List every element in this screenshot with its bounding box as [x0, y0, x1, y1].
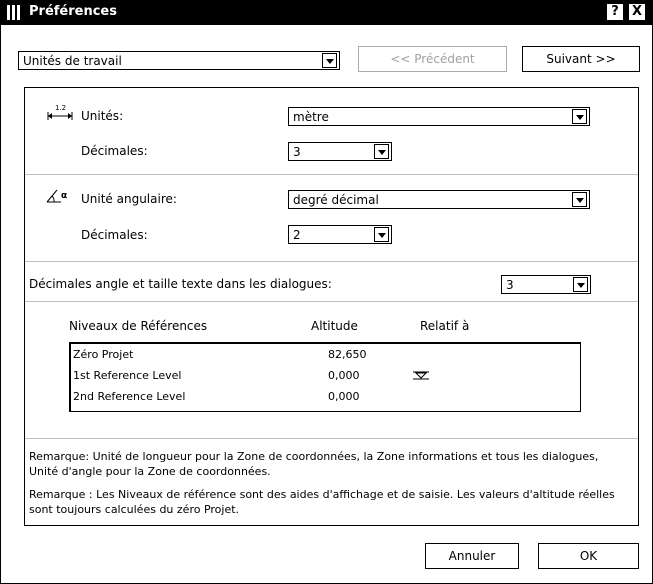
- level-row-altitude[interactable]: 0,000: [328, 390, 360, 403]
- note-text: Remarque : Les Niveaux de référence sont…: [29, 488, 615, 516]
- angle-units-select[interactable]: degré décimal: [288, 190, 590, 209]
- next-button[interactable]: Suivant >>: [522, 46, 640, 72]
- units-decimals-label: Décimales:: [81, 144, 148, 158]
- levels-header-relative: Relatif à: [420, 319, 470, 333]
- previous-button[interactable]: << Précédent: [358, 46, 507, 72]
- app-icon: [7, 5, 23, 20]
- title-bar: Préférences ? X: [1, 1, 652, 25]
- angle-decimals-label: Décimales:: [81, 228, 148, 242]
- angle-units-label: Unité angulaire:: [81, 192, 177, 206]
- note-text: Remarque: Unité de longueur pour la Zone…: [29, 450, 599, 478]
- angle-units-icon: α: [46, 189, 67, 203]
- units-value: mètre: [293, 110, 329, 124]
- dialog-decimals-label: Décimales angle et taille texte dans les…: [29, 277, 332, 291]
- category-value: Unités de travail: [23, 54, 122, 68]
- chevron-down-icon[interactable]: [572, 192, 587, 207]
- levels-list[interactable]: Zéro Projet 82,650 1st Reference Level 0…: [69, 342, 581, 412]
- length-units-icon: 1.2: [47, 104, 73, 120]
- level-row-name[interactable]: Zéro Projet: [73, 348, 133, 361]
- chevron-down-icon[interactable]: [374, 227, 389, 242]
- cancel-button[interactable]: Annuler: [425, 543, 519, 569]
- level-row-altitude[interactable]: 82,650: [328, 348, 367, 361]
- dialog-decimals-select[interactable]: 3: [501, 275, 591, 294]
- dialog-decimals-value: 3: [506, 278, 514, 292]
- chevron-down-icon[interactable]: [374, 144, 389, 159]
- angle-decimals-select[interactable]: 2: [288, 225, 392, 244]
- close-button[interactable]: X: [629, 4, 645, 20]
- divider: [25, 301, 638, 302]
- level-row-name[interactable]: 1st Reference Level: [73, 369, 181, 382]
- level-row-name[interactable]: 2nd Reference Level: [73, 390, 185, 403]
- chevron-down-icon[interactable]: [322, 53, 337, 68]
- units-panel: 1.2 Unités: mètre Décimales: 3 α Unité a…: [24, 87, 639, 526]
- units-select[interactable]: mètre: [288, 107, 590, 126]
- svg-text:α: α: [61, 191, 67, 201]
- ok-button[interactable]: OK: [538, 543, 639, 569]
- help-button[interactable]: ?: [607, 4, 623, 20]
- units-label: Unités:: [81, 109, 124, 123]
- angle-decimals-value: 2: [293, 228, 301, 242]
- units-decimals-value: 3: [293, 145, 301, 159]
- preferences-window: Préférences ? X Unités de travail << Pré…: [0, 0, 653, 584]
- units-decimals-select[interactable]: 3: [288, 142, 392, 161]
- divider: [25, 438, 638, 439]
- level-row-altitude[interactable]: 0,000: [328, 369, 360, 382]
- svg-text:1.2: 1.2: [55, 104, 66, 112]
- divider: [25, 174, 638, 175]
- angle-units-value: degré décimal: [293, 193, 379, 207]
- dialog-body: Unités de travail << Précédent Suivant >…: [1, 25, 652, 583]
- chevron-down-icon[interactable]: [573, 277, 588, 292]
- category-select[interactable]: Unités de travail: [18, 51, 340, 70]
- chevron-down-icon[interactable]: [572, 109, 587, 124]
- reference-level-icon: [413, 371, 429, 380]
- levels-header-altitude: Altitude: [311, 319, 358, 333]
- levels-header-name: Niveaux de Références: [69, 319, 208, 333]
- window-title: Préférences: [29, 4, 117, 19]
- divider: [25, 261, 638, 262]
